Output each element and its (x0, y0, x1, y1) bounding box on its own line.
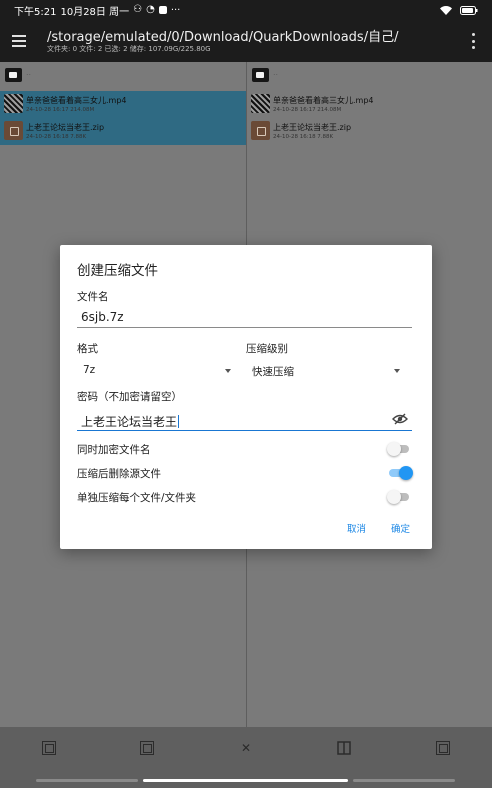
file-meta: 24-10-28 16:17 214.08M (273, 107, 342, 113)
file-name: 单亲爸爸看着高三女儿.mp4 (273, 96, 374, 105)
nav-gesture-left (36, 779, 138, 782)
file-row[interactable]: 上老王论坛当老王.zip 24-10-28 16:18 7.88K (0, 118, 246, 145)
delete-source-row[interactable]: 压缩后删除源文件 (77, 463, 413, 483)
status-bar: 下午5:21 10月28日 周一 ⚇ ◔ ··· (0, 0, 492, 20)
file-row[interactable]: 单亲爸爸看着高三女儿.mp4 24-10-28 16:17 214.08M (247, 91, 492, 118)
cancel-button[interactable]: 取消 (347, 521, 366, 535)
chevron-down-icon (225, 369, 231, 373)
create-archive-dialog: 创建压缩文件 文件名 6sjb.7z 格式 7z 压缩级别 快速压缩 密码（不加… (60, 245, 432, 549)
notification-square-icon (158, 6, 167, 14)
dialog-title: 创建压缩文件 (77, 263, 158, 279)
status-time: 下午5:21 (14, 6, 57, 18)
file-row[interactable]: 单亲爸爸看着高三女儿.mp4 24-10-28 16:17 214.08M (0, 91, 246, 118)
file-meta: 24-10-28 16:17 214.08M (26, 107, 95, 113)
parent-folder-row[interactable]: .. (0, 62, 246, 90)
filename-value: 6sjb.7z (81, 310, 124, 324)
more-actions-icon[interactable] (436, 741, 450, 755)
parent-folder-label: .. (273, 68, 279, 77)
select-inverse-icon[interactable] (140, 741, 154, 755)
format-select[interactable]: 7z (77, 360, 237, 382)
more-options-icon[interactable] (468, 33, 478, 49)
file-name: 单亲爸爸看着高三女儿.mp4 (26, 96, 127, 105)
compress-separately-row[interactable]: 单独压缩每个文件/文件夹 (77, 487, 413, 507)
file-row[interactable]: 上老王论坛当老王.zip 24-10-28 16:18 7.88K (247, 118, 492, 145)
sync-icon: ◔ (146, 4, 155, 15)
chevron-down-icon (394, 369, 400, 373)
password-value: 上老王论坛当老王 (81, 415, 178, 429)
parent-folder-row[interactable]: .. (247, 62, 492, 90)
archive-file-icon (4, 121, 23, 140)
filename-label: 文件名 (77, 291, 109, 303)
confirm-button[interactable]: 确定 (391, 521, 410, 535)
encrypt-filenames-row[interactable]: 同时加密文件名 (77, 439, 413, 459)
status-date: 10月28日 周一 (60, 6, 130, 18)
select-all-icon[interactable] (42, 741, 56, 755)
folder-icon (252, 68, 269, 82)
compression-level-value: 快速压缩 (252, 366, 294, 378)
close-selection-icon[interactable]: ✕ (239, 741, 253, 755)
password-input[interactable]: 上老王论坛当老王 (77, 409, 412, 431)
text-caret (178, 415, 180, 428)
split-view-icon[interactable] (337, 741, 351, 755)
visibility-off-icon[interactable] (392, 413, 408, 425)
delete-source-label: 压缩后删除源文件 (77, 468, 161, 480)
file-name: 上老王论坛当老王.zip (26, 123, 105, 132)
wifi-icon (440, 5, 452, 15)
menu-icon[interactable] (12, 31, 34, 51)
format-label: 格式 (77, 343, 98, 355)
app-notification-icon: ⚇ (133, 4, 143, 15)
storage-info: 文件夹: 0 文件: 2 已选: 2 储存: 107.09G/225.80G (47, 45, 211, 53)
filename-input[interactable]: 6sjb.7z (77, 306, 412, 328)
file-meta: 24-10-28 16:18 7.88K (26, 134, 87, 140)
nav-gesture-handle[interactable] (143, 779, 348, 782)
video-thumbnail-icon (4, 94, 23, 113)
archive-file-icon (251, 121, 270, 140)
file-meta: 24-10-28 16:18 7.88K (273, 134, 334, 140)
current-path: /storage/emulated/0/Download/QuarkDownlo… (47, 30, 399, 45)
app-bar: /storage/emulated/0/Download/QuarkDownlo… (0, 20, 492, 62)
compression-level-select[interactable]: 快速压缩 (246, 360, 406, 382)
status-more: ··· (170, 4, 181, 16)
compress-separately-switch[interactable] (387, 490, 413, 504)
encrypt-filenames-switch[interactable] (387, 442, 413, 456)
parent-folder-label: .. (26, 68, 32, 77)
folder-icon (5, 68, 22, 82)
nav-gesture-right (353, 779, 455, 782)
compression-level-label: 压缩级别 (246, 343, 288, 355)
battery-icon (460, 5, 478, 15)
format-value: 7z (83, 364, 96, 376)
delete-source-switch[interactable] (387, 466, 413, 480)
encrypt-filenames-label: 同时加密文件名 (77, 444, 151, 456)
compress-separately-label: 单独压缩每个文件/文件夹 (77, 492, 197, 504)
video-thumbnail-icon (251, 94, 270, 113)
file-name: 上老王论坛当老王.zip (273, 123, 352, 132)
password-label: 密码（不加密请留空） (77, 391, 182, 403)
